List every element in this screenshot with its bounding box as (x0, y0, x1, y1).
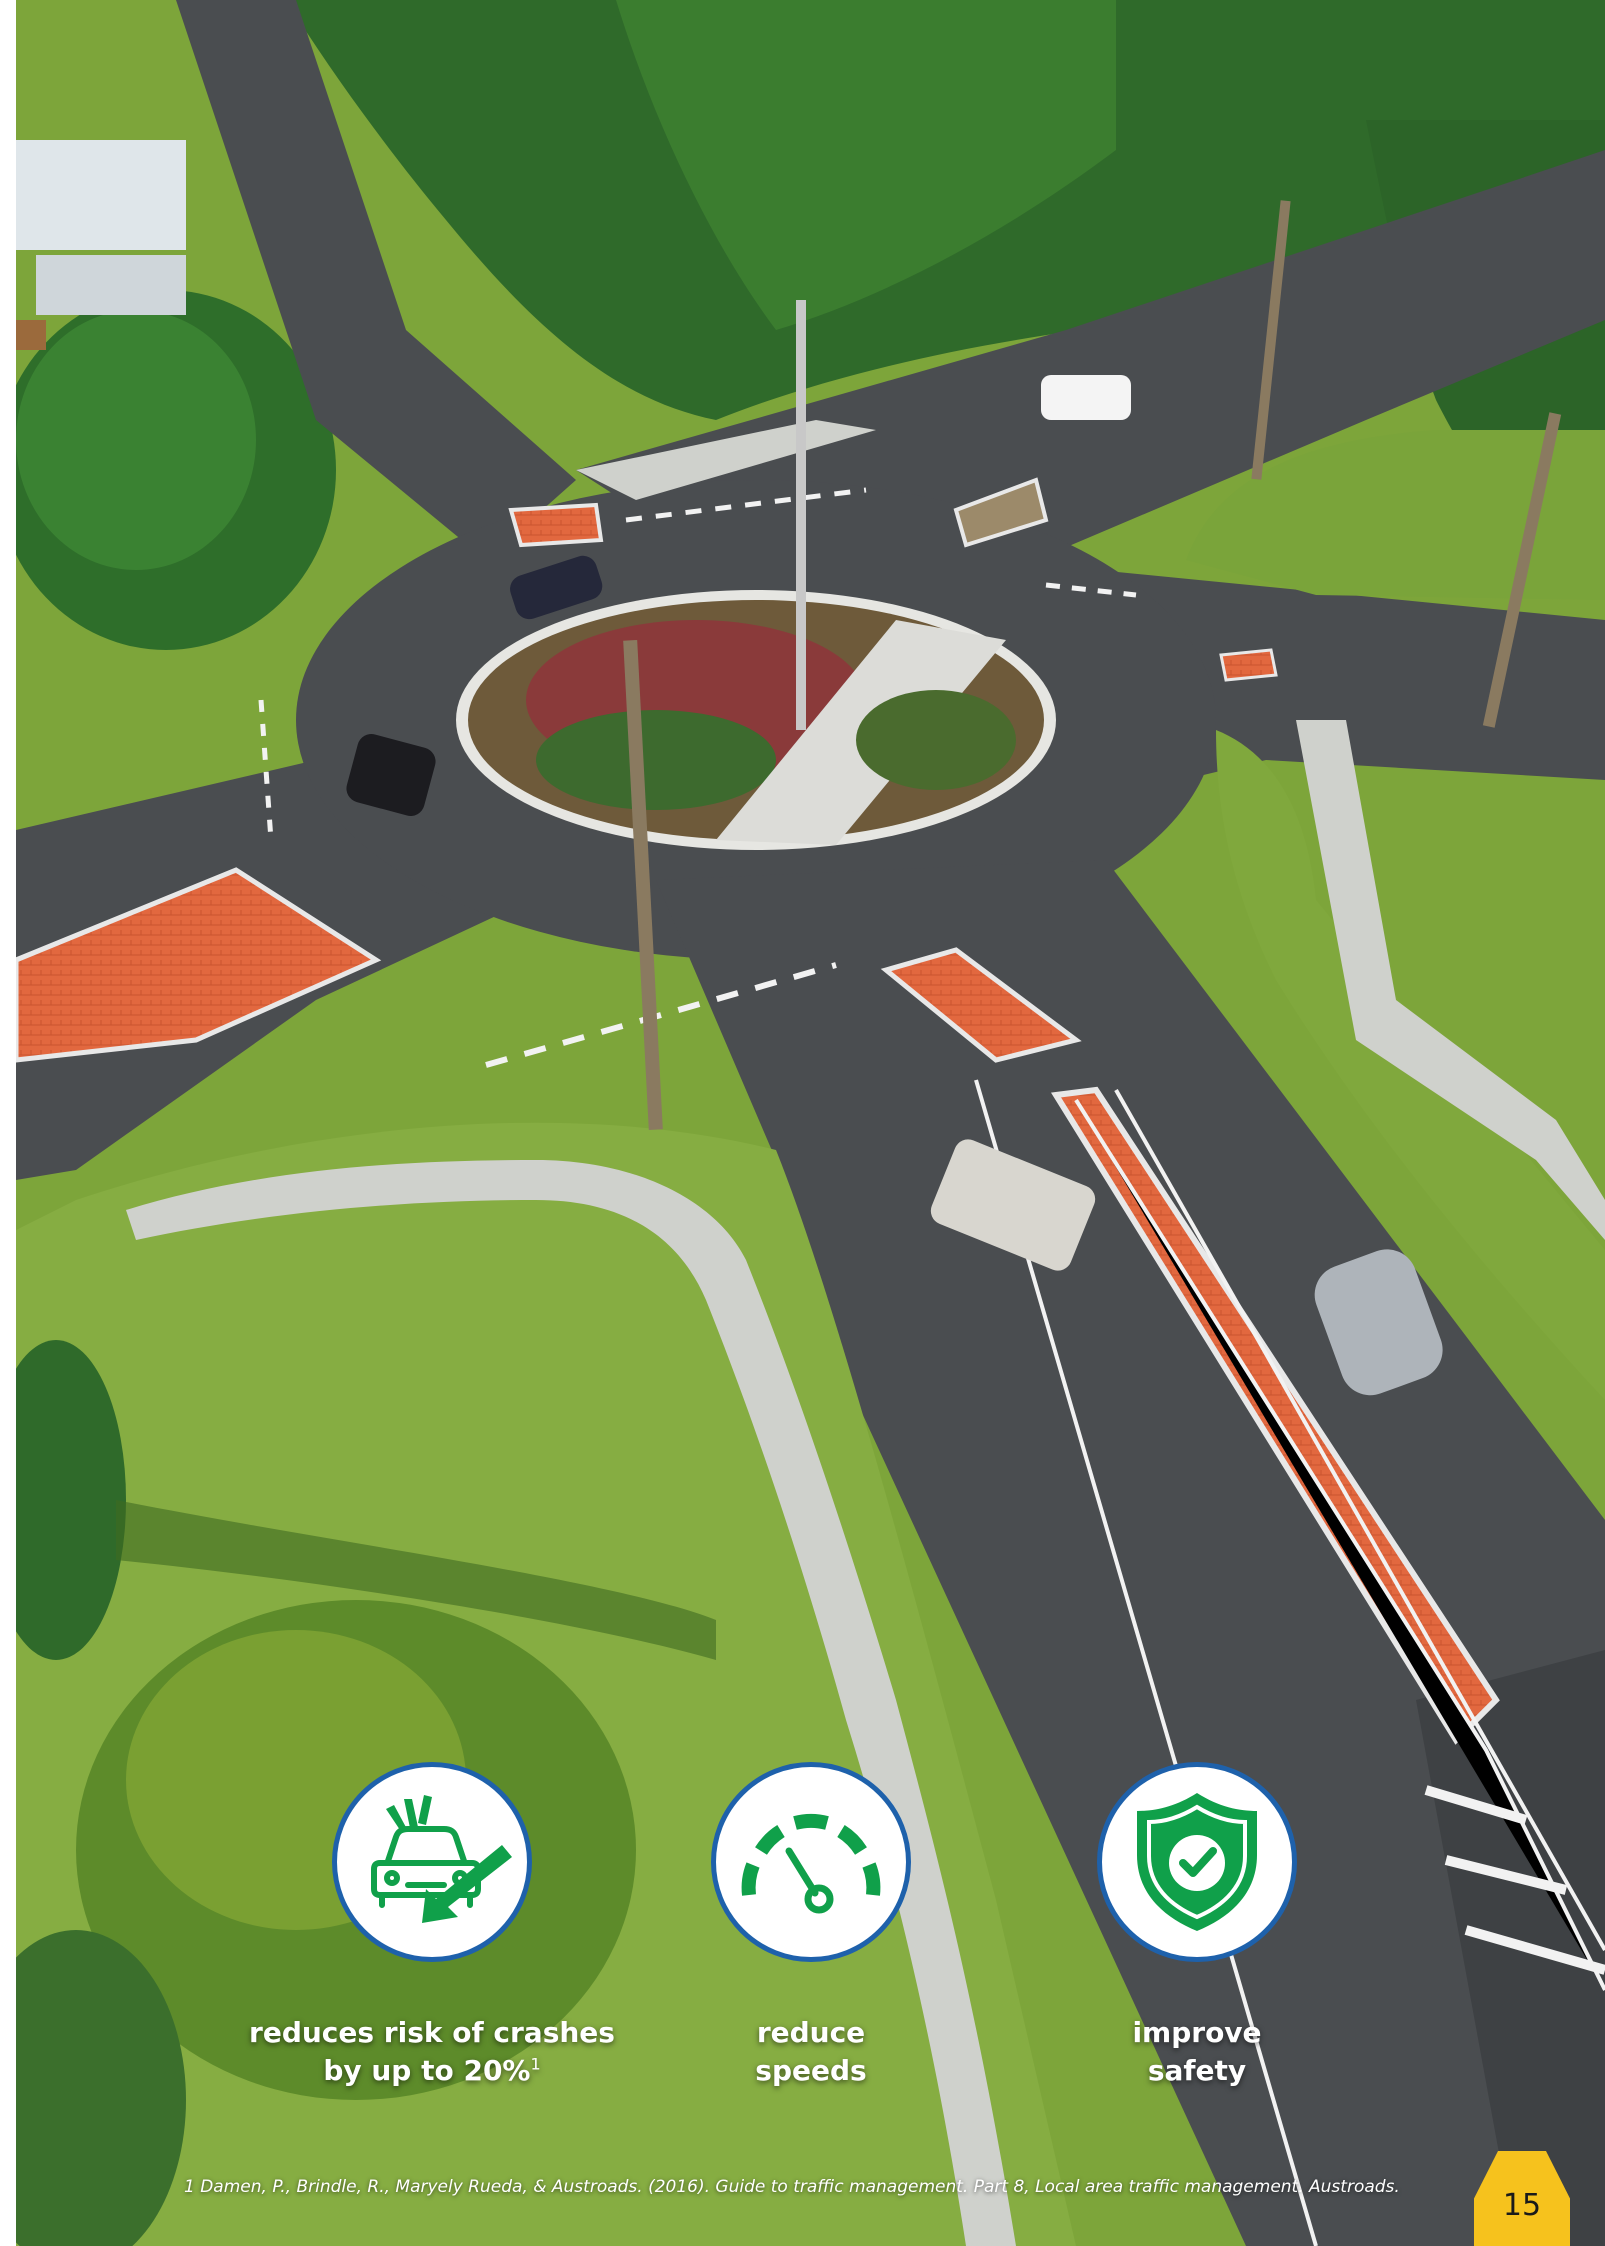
speeds-line1: reduce (756, 2016, 866, 2049)
speeds-line2: speeds (755, 2054, 867, 2087)
speeds-badge (711, 1762, 911, 1962)
crash-risk-line2: by up to 20%1 (222, 2052, 642, 2090)
crash-risk-badge (332, 1762, 532, 1962)
page-margin (0, 0, 16, 2246)
feature-improve-safety: improve safety (987, 1762, 1407, 2090)
footnote: 1 Damen, P., Brindle, R., Maryely Rueda,… (184, 2177, 1400, 2197)
feature-crash-risk: reduces risk of crashes by up to 20%1 (222, 1762, 642, 2090)
footnote-ref: 1 (530, 2054, 541, 2074)
crash-risk-line1: reduces risk of crashes (249, 2016, 615, 2049)
shield-check-icon (1127, 1785, 1267, 1939)
safety-caption: improve safety (987, 2014, 1407, 2090)
speeds-caption: reduce speeds (601, 2014, 1021, 2090)
safety-line2: safety (1147, 2054, 1247, 2087)
safety-badge (1097, 1762, 1297, 1962)
crash-risk-value: by up to 20% (323, 2054, 531, 2087)
crash-risk-caption: reduces risk of crashes by up to 20%1 (222, 2014, 642, 2090)
speedometer-icon (731, 1795, 891, 1929)
safety-line1: improve (1132, 2016, 1262, 2049)
car-crash-reduction-icon (352, 1785, 512, 1939)
feature-reduce-speeds: reduce speeds (601, 1762, 1021, 2090)
